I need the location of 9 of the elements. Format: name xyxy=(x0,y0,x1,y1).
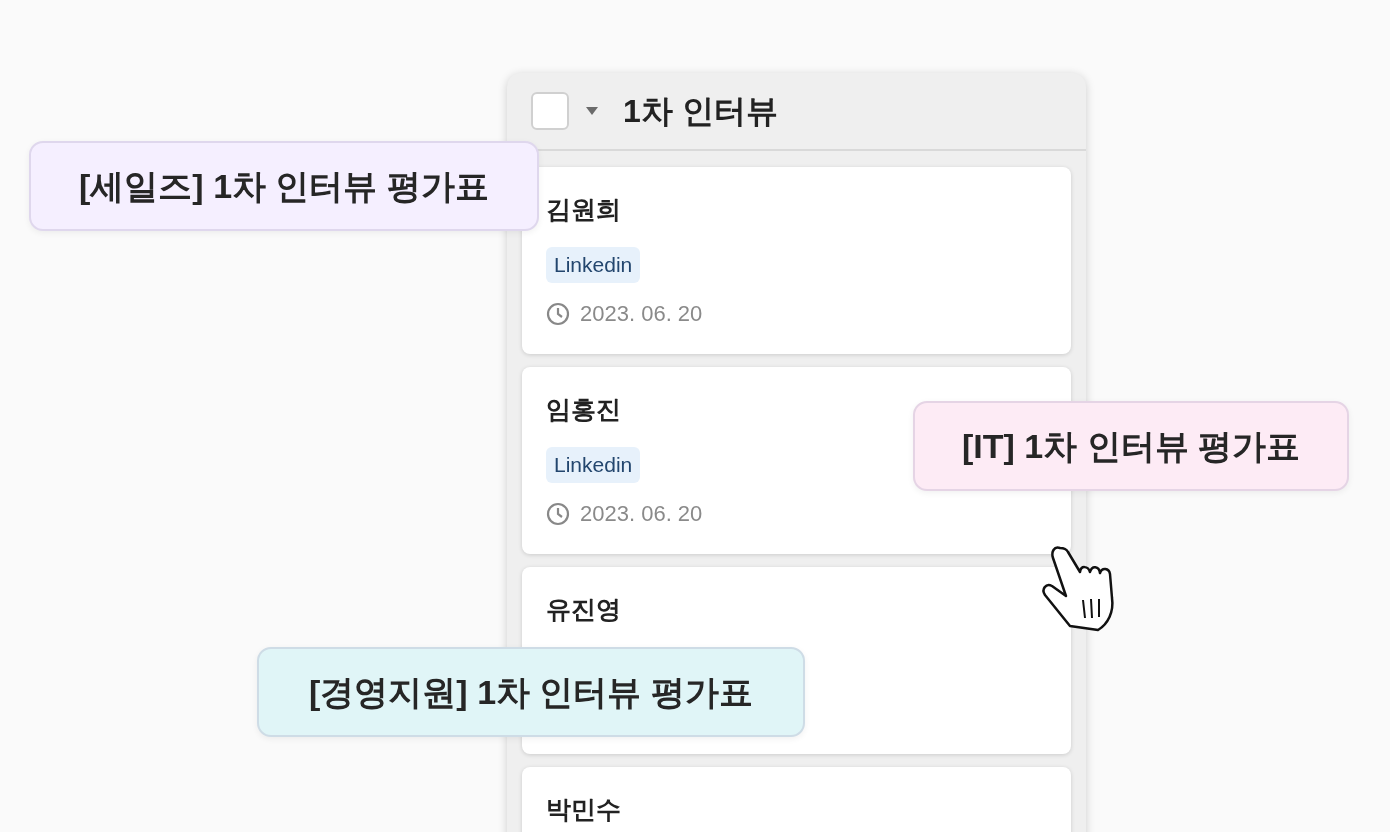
candidate-name: 박민수 xyxy=(546,794,621,825)
candidate-name: 유진영 xyxy=(546,594,621,625)
column-title: 1차 인터뷰 xyxy=(623,92,778,131)
candidate-name: 임홍진 xyxy=(546,394,621,425)
source-tag: Linkedin xyxy=(546,447,641,483)
candidate-name: 김원희 xyxy=(546,194,621,225)
source-tag: Linkedin xyxy=(546,247,641,283)
date-text: 2023. 06. 20 xyxy=(580,300,703,328)
date-text: 2023. 06. 20 xyxy=(580,500,703,528)
